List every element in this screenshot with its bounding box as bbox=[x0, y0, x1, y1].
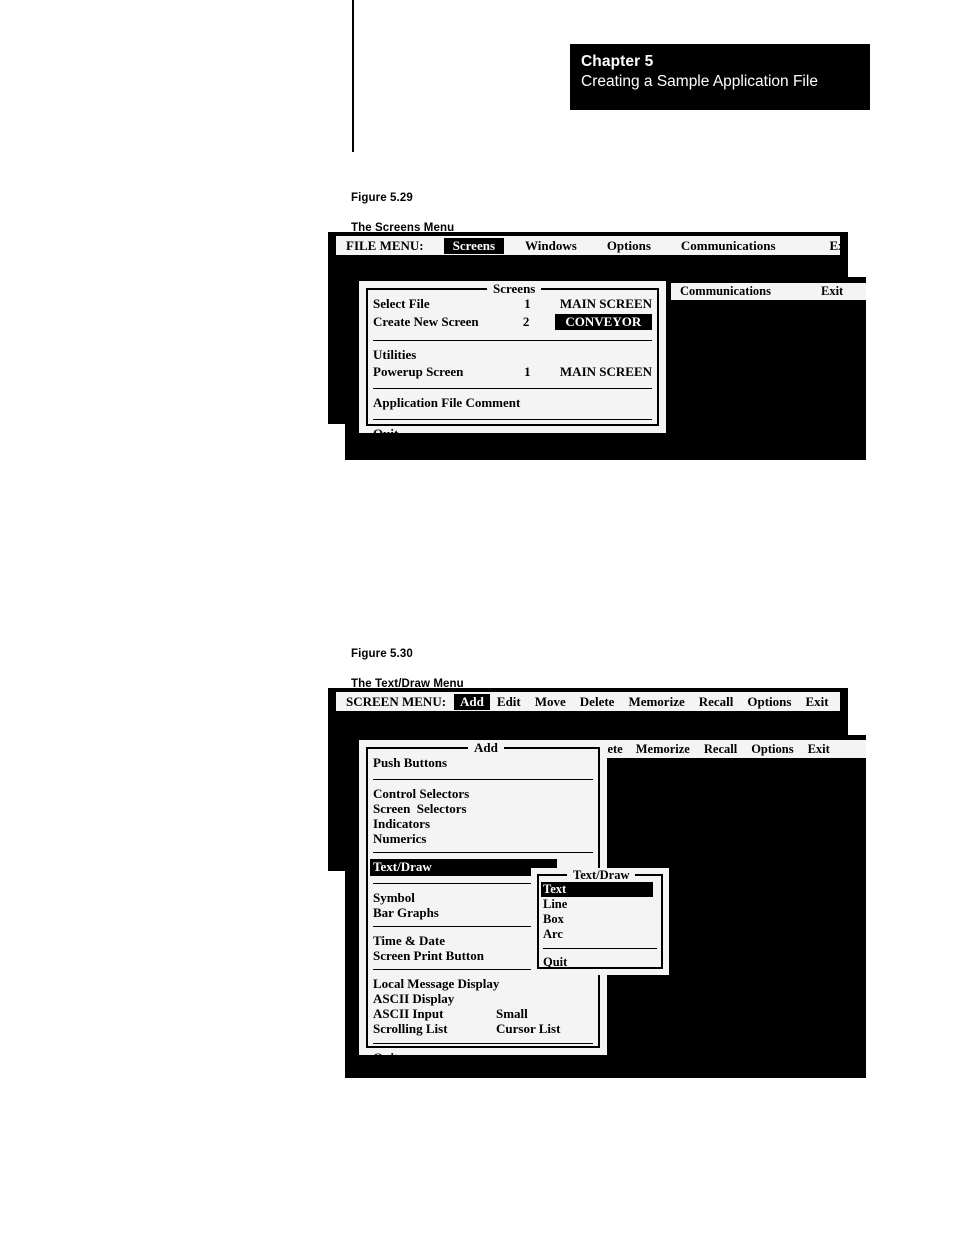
add-row-local-message-display-label: Local Message Display bbox=[373, 976, 500, 991]
screen-menu-item-edit[interactable]: Edit bbox=[490, 694, 528, 710]
text-draw-divider-1 bbox=[543, 948, 657, 949]
add-divider-6 bbox=[373, 1043, 593, 1044]
add-row-scrolling-list-label: Scrolling List bbox=[373, 1021, 448, 1036]
add-row-ascii-input-label: ASCII Input bbox=[373, 1006, 444, 1021]
add-row-time-and-date-label: Time & Date bbox=[373, 933, 445, 948]
add-row-bar-graphs-label: Bar Graphs bbox=[373, 905, 439, 920]
screen-menu-item-move[interactable]: Move bbox=[528, 694, 573, 710]
add-row-ascii-display-label: ASCII Display bbox=[373, 991, 455, 1006]
screen-menu-lead-label: SCREEN MENU: bbox=[346, 693, 447, 709]
add-row-ascii-input[interactable]: ASCII Input Small bbox=[373, 1006, 593, 1021]
screen-menu-partial-item-recall[interactable]: Recall bbox=[697, 742, 744, 757]
text-draw-row-quit-label: Quit bbox=[543, 955, 568, 969]
screen-menu-item-recall[interactable]: Recall bbox=[692, 694, 741, 710]
text-draw-row-arc[interactable]: Arc bbox=[543, 927, 657, 943]
screen-menu-partial-item-options[interactable]: Options bbox=[744, 742, 800, 757]
text-draw-dialog-rows: Text Line Box Arc Quit bbox=[541, 882, 657, 971]
add-row-numerics[interactable]: Numerics bbox=[373, 831, 593, 847]
text-draw-row-text[interactable]: Text bbox=[541, 882, 653, 897]
text-draw-dialog: Text/Draw Text Line Box Arc Quit bbox=[531, 868, 669, 975]
add-row-screen-selectors[interactable]: Screen Selectors bbox=[373, 801, 593, 816]
add-row-scrolling-list-value: Cursor List bbox=[496, 1021, 561, 1036]
text-draw-dialog-title: Text/Draw bbox=[567, 869, 636, 882]
add-row-text-draw[interactable]: Text/Draw bbox=[370, 859, 557, 876]
add-row-push-buttons[interactable]: Push Buttons bbox=[373, 755, 593, 774]
screen-menu-item-memorize[interactable]: Memorize bbox=[621, 694, 691, 710]
add-divider-1 bbox=[373, 779, 593, 780]
screen-menu-item-delete[interactable]: Delete bbox=[573, 694, 622, 710]
add-divider-2 bbox=[373, 852, 593, 853]
add-row-control-selectors-label: Control Selectors bbox=[373, 786, 470, 801]
add-row-ascii-input-value: Small bbox=[496, 1006, 528, 1021]
add-row-ascii-display[interactable]: ASCII Display bbox=[373, 991, 593, 1006]
figure-530-the-text-draw-menu: SCREEN MENU: Add Edit Move Delete Memori… bbox=[0, 0, 954, 1235]
screen-menu-partial-item-memorize[interactable]: Memorize bbox=[629, 742, 697, 757]
add-row-scrolling-list[interactable]: Scrolling List Cursor List bbox=[373, 1021, 593, 1037]
screen-menu-partial-item-exit[interactable]: Exit bbox=[801, 742, 837, 757]
text-draw-row-text-label: Text bbox=[543, 882, 567, 896]
text-draw-row-line-label: Line bbox=[543, 897, 568, 911]
screen-menu-item-options[interactable]: Options bbox=[740, 694, 798, 710]
add-row-indicators[interactable]: Indicators bbox=[373, 816, 593, 831]
add-row-quit-label: Quit bbox=[373, 1050, 399, 1065]
text-draw-row-quit[interactable]: Quit bbox=[543, 955, 657, 971]
add-row-text-draw-label: Text/Draw bbox=[373, 859, 432, 874]
add-row-quit[interactable]: Quit bbox=[373, 1050, 593, 1068]
add-row-screen-selectors-label: Screen Selectors bbox=[373, 801, 467, 816]
text-draw-row-line[interactable]: Line bbox=[543, 897, 657, 912]
add-row-local-message-display[interactable]: Local Message Display bbox=[373, 976, 593, 991]
screen-menu-bar: SCREEN MENU: Add Edit Move Delete Memori… bbox=[336, 692, 840, 711]
add-row-screen-print-button-label: Screen Print Button bbox=[373, 948, 484, 963]
text-draw-row-box[interactable]: Box bbox=[543, 912, 657, 927]
add-row-numerics-label: Numerics bbox=[373, 831, 427, 846]
add-row-indicators-label: Indicators bbox=[373, 816, 431, 831]
screen-menu-bar-partial: lete Memorize Recall Options Exit bbox=[598, 740, 866, 758]
screen-menu-item-add[interactable]: Add bbox=[454, 693, 490, 710]
text-draw-row-arc-label: Arc bbox=[543, 927, 563, 941]
add-row-symbol-label: Symbol bbox=[373, 890, 415, 905]
add-dialog-title: Add bbox=[468, 741, 504, 754]
text-draw-row-box-label: Box bbox=[543, 912, 564, 926]
add-row-control-selectors[interactable]: Control Selectors bbox=[373, 786, 593, 801]
add-row-push-buttons-label: Push Buttons bbox=[373, 755, 448, 770]
screen-menu-item-exit[interactable]: Exit bbox=[798, 694, 835, 710]
